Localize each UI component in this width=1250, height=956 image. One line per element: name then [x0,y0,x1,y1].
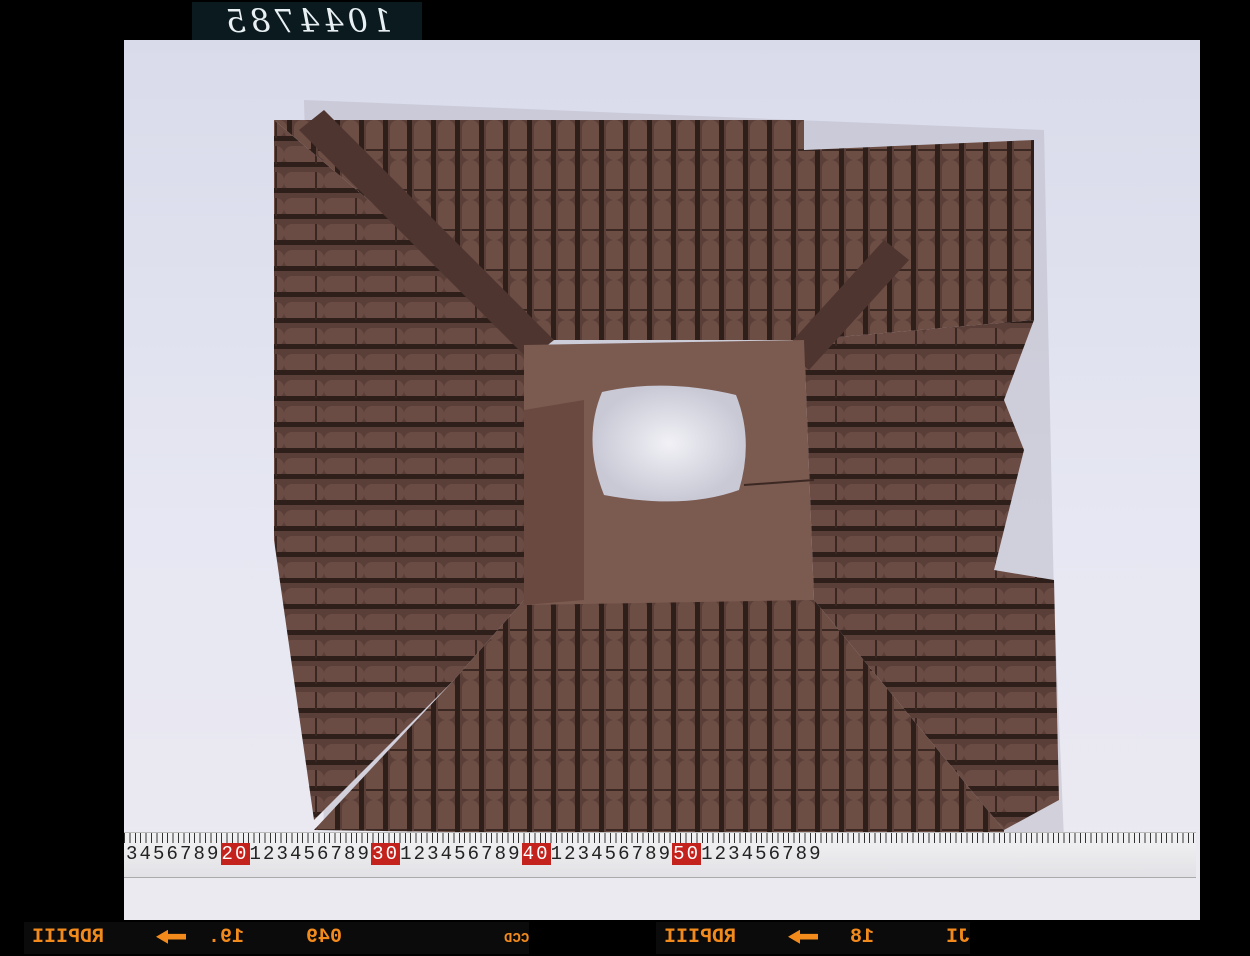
tape-segment-red: 50 [672,843,702,865]
tape-segment-red: 40 [521,843,551,865]
film-strip-left: RDPIII 19. 049 CBECCD [24,922,529,954]
chimney-hole [592,385,746,502]
film-frame-right: 18 [850,926,875,949]
tape-segment-red: 20 [220,843,250,865]
film-brand-right: RDPIII [664,926,737,949]
film-frame-left: 19. [208,926,245,949]
film-center-text: CBECCD [504,931,529,947]
tape-segment: 123456789 [701,843,823,865]
measuring-tape: 3456789201234567893012345678940123456789… [124,832,1196,878]
tape-segment: 123456789 [550,843,673,865]
film-strip-right: RDPIII 18 FUJI [656,922,970,954]
tape-segment: 123456789 [249,843,372,865]
frame-arrow-icon [788,930,818,944]
film-brand-left: RDPIII [32,926,105,949]
tape-segment: 123456789 [400,843,522,865]
film-code: 049 [306,926,343,949]
tape-numbers: 3456789201234567893012345678940123456789… [126,843,823,865]
frame-arrow-icon [156,930,186,944]
film-edge: RDPIII 19. 049 CBECCD RDPIII 18 FUJI [0,922,1250,956]
artifact-photo [124,40,1200,920]
tape-ticks [124,833,1196,843]
tape-segment: 3456789 [126,843,221,865]
tape-segment-red: 30 [371,843,401,865]
film-maker: FUJI [946,926,970,949]
roof-tile-artifact [274,100,1064,840]
handwritten-id-label: 1044785 [192,2,422,40]
